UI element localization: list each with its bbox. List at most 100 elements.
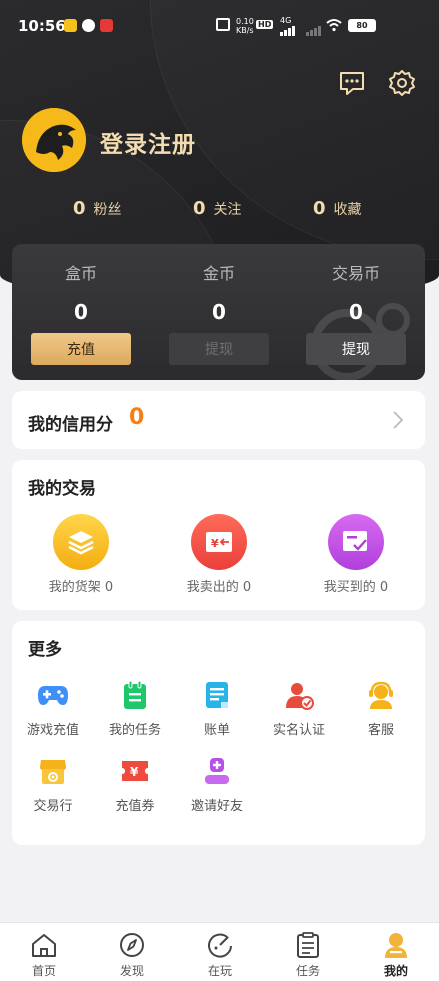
network-speed: 0.10 KB/s <box>236 17 254 35</box>
stat-favorites[interactable]: 0 收藏 <box>313 198 362 228</box>
tab-label: 发现 <box>119 964 144 978</box>
wallet-card: 盒币 0 充值 金币 0 提现 交易币 0 提现 <box>12 244 425 380</box>
section-title: 我的交易 <box>28 479 96 499</box>
more-label: 邀请好友 <box>190 799 243 814</box>
dragon-logo-icon[interactable] <box>22 108 86 172</box>
stat-value: 0 <box>193 198 206 219</box>
more-bill[interactable]: 账单 <box>176 679 258 745</box>
stat-following[interactable]: 0 关注 <box>193 198 242 228</box>
profile-stats: 0 粉丝 0 关注 0 收藏 <box>0 198 439 228</box>
profile-icon <box>381 930 411 960</box>
hd-badge: HD <box>256 20 274 29</box>
signal-label: 4G <box>280 16 292 25</box>
trade-label: 我卖出的 0 <box>186 580 252 595</box>
tab-label: 任务 <box>295 964 320 978</box>
tab-discover[interactable]: 发现 <box>88 923 176 981</box>
message-icon[interactable] <box>337 68 367 98</box>
more-real-name[interactable]: 实名认证 <box>258 679 340 745</box>
shop-icon <box>37 755 69 787</box>
more-services-card: 更多 游戏充值 我的任务 账单 实名认证 客服 交易行 ¥ 充值券 邀请好友 <box>12 621 425 845</box>
layers-icon <box>53 514 109 570</box>
trade-label: 我买到的 0 <box>323 580 389 595</box>
my-trades-card: 我的交易 我的货架 0 ¥ 我卖出的 0 我买到的 0 <box>12 460 425 610</box>
trade-my-bought[interactable]: 我买到的 0 <box>287 514 425 598</box>
section-title: 更多 <box>28 640 62 660</box>
trade-my-shelf[interactable]: 我的货架 0 <box>12 514 150 598</box>
gamepad-icon <box>37 679 69 711</box>
more-label: 交易行 <box>33 799 73 814</box>
trade-label: 我的货架 0 <box>48 580 114 595</box>
trade-my-sold[interactable]: ¥ 我卖出的 0 <box>150 514 288 598</box>
more-label: 充值券 <box>115 799 155 814</box>
wifi-icon <box>326 19 342 32</box>
tab-tasks[interactable]: 任务 <box>264 923 352 981</box>
wallet-value: 0 <box>349 300 363 324</box>
status-bar: 10:56 0.10 KB/s HD 4G 80 <box>0 0 439 52</box>
tab-label: 首页 <box>31 964 56 978</box>
more-label: 实名认证 <box>272 723 325 738</box>
withdraw-trade-button[interactable]: 提现 <box>306 333 406 365</box>
svg-text:¥: ¥ <box>211 537 219 550</box>
profile-section[interactable]: 登录注册 <box>22 108 322 172</box>
svg-text:¥: ¥ <box>130 765 139 779</box>
home-icon <box>29 930 59 960</box>
yuan-outgoing-icon: ¥ <box>191 514 247 570</box>
gear-icon[interactable] <box>387 68 417 98</box>
more-customer-service[interactable]: 客服 <box>340 679 422 745</box>
stat-fans[interactable]: 0 粉丝 <box>73 198 122 228</box>
user-verified-icon <box>283 679 315 711</box>
wallet-gold-coin: 金币 0 提现 <box>150 244 288 380</box>
bill-icon <box>201 679 233 711</box>
credit-score-row[interactable]: 我的信用分 0 <box>12 391 425 449</box>
tab-label: 我的 <box>383 964 408 978</box>
stat-value: 0 <box>73 198 86 219</box>
tab-playing[interactable]: 在玩 <box>176 923 264 981</box>
net-speed-value: 0.10 <box>236 17 254 26</box>
wallet-trade-coin: 交易币 0 提现 <box>287 244 425 380</box>
status-time: 10:56 <box>18 17 66 35</box>
more-label: 游戏充值 <box>26 723 79 738</box>
more-label: 我的任务 <box>108 723 161 738</box>
more-label: 客服 <box>367 723 394 738</box>
card-check-icon <box>328 514 384 570</box>
bottom-tab-bar: 首页 发现 在玩 任务 我的 <box>0 922 439 981</box>
more-trade-hall[interactable]: 交易行 <box>12 755 94 821</box>
task-clipboard-icon <box>119 679 151 711</box>
recharge-button[interactable]: 充值 <box>31 333 131 365</box>
more-invite-friends[interactable]: 邀请好友 <box>176 755 258 821</box>
stat-label: 收藏 <box>333 202 362 218</box>
more-game-recharge[interactable]: 游戏充值 <box>12 679 94 745</box>
credit-title: 我的信用分 <box>28 415 113 435</box>
wallet-box-coin: 盒币 0 充值 <box>12 244 150 380</box>
stat-label: 关注 <box>213 202 242 218</box>
wallet-name: 盒币 <box>64 264 97 283</box>
header-actions <box>337 68 427 98</box>
customer-service-icon <box>365 679 397 711</box>
credit-value: 0 <box>129 405 145 430</box>
tab-profile[interactable]: 我的 <box>352 923 439 981</box>
wallet-value: 0 <box>212 300 226 324</box>
notification-app-icon <box>64 19 77 32</box>
net-speed-unit: KB/s <box>236 26 254 35</box>
tasks-list-icon <box>293 930 323 960</box>
wallet-value: 0 <box>74 300 88 324</box>
battery-icon: 80 <box>348 19 376 32</box>
chevron-right-icon <box>393 411 403 429</box>
withdraw-gold-button[interactable]: 提现 <box>169 333 269 365</box>
tab-label: 在玩 <box>207 964 232 978</box>
signal-4g-icon: 4G <box>280 16 295 36</box>
more-my-tasks[interactable]: 我的任务 <box>94 679 176 745</box>
compass-icon <box>117 930 147 960</box>
stat-label: 粉丝 <box>93 202 122 218</box>
notification-app-icon <box>82 19 95 32</box>
more-coupon[interactable]: ¥ 充值券 <box>94 755 176 821</box>
playing-icon <box>205 930 235 960</box>
tab-home[interactable]: 首页 <box>0 923 88 981</box>
wallet-name: 交易币 <box>331 264 380 283</box>
invite-user-icon <box>201 755 233 787</box>
login-register-link[interactable]: 登录注册 <box>100 125 196 159</box>
stat-value: 0 <box>313 198 326 219</box>
battery-level: 80 <box>356 21 368 30</box>
more-label: 账单 <box>203 723 230 738</box>
vibrate-icon <box>216 18 230 31</box>
